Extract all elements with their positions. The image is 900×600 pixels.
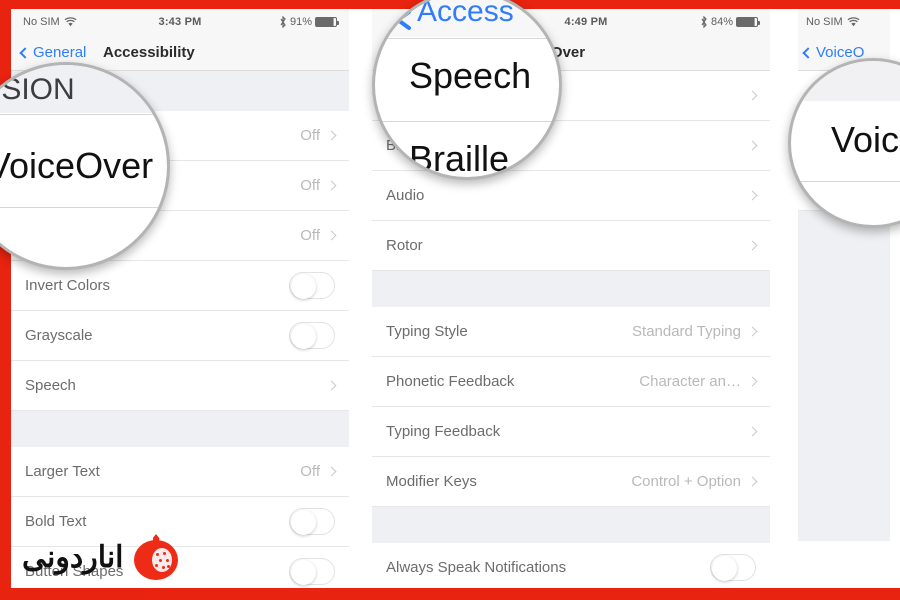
magnified-row-label: Voice (831, 119, 900, 160)
screenshot-root: No SIM 3:43 PM 91% General Accessibility… (0, 0, 900, 600)
chevron-right-icon (326, 466, 337, 477)
status-right: 91% (279, 16, 339, 28)
invert-colors-toggle[interactable] (289, 272, 335, 299)
row-label: Larger Text (25, 463, 100, 480)
chevron-left-icon (19, 46, 31, 59)
row-value: Off (300, 227, 320, 244)
watermark-brand-label: اناردونی (22, 540, 124, 574)
row-value: Off (300, 127, 320, 144)
chevron-right-icon (747, 240, 758, 251)
chevron-right-icon (747, 140, 758, 151)
list-item[interactable]: Always Speak Notifications (372, 543, 770, 588)
wifi-icon (847, 17, 860, 27)
chevron-right-icon (326, 230, 337, 241)
magnified-row-label: VoiceOver (0, 145, 154, 186)
chevron-right-icon (326, 180, 337, 191)
bluetooth-icon (701, 16, 707, 28)
chevron-right-icon (326, 380, 337, 391)
magnifier-bubble-voice: Voice (788, 58, 900, 228)
status-bar: No SIM 3:43 PM 91% (11, 9, 349, 35)
battery-percent-label: 84% (710, 16, 733, 28)
chevron-right-icon (747, 190, 758, 201)
row-label: Always Speak Notifications (386, 559, 567, 576)
magnified-row-label-secondary: Braille (409, 138, 510, 179)
battery-percent-label: 91% (289, 16, 312, 28)
chevron-right-icon (747, 90, 758, 101)
pomegranate-icon (133, 534, 178, 580)
list-item[interactable]: Speech (11, 361, 349, 411)
row-label: Grayscale (25, 327, 93, 344)
row-label: Rotor (386, 237, 423, 254)
magnified-divider (791, 181, 900, 182)
magnifier-bubble-voiceover: ISION VoiceOver (0, 62, 170, 270)
red-frame-bottom (0, 588, 900, 600)
carrier-label: No SIM (806, 16, 843, 28)
chevron-right-icon (747, 376, 758, 387)
row-value: Character an… (639, 373, 741, 390)
row-value: Off (300, 177, 320, 194)
back-button[interactable]: VoiceO (802, 44, 864, 61)
section-gap (11, 411, 349, 447)
status-left: No SIM (806, 16, 860, 28)
bold-text-toggle[interactable] (289, 508, 335, 535)
battery-icon (736, 17, 760, 27)
magnified-divider (375, 38, 559, 39)
toggle-knob (291, 274, 316, 299)
magnified-section-label: ISION (0, 73, 75, 106)
magnified-divider (0, 114, 167, 115)
magnifier-content: ISION VoiceOver (0, 65, 167, 267)
back-button-label: General (33, 44, 87, 61)
row-label: Invert Colors (25, 277, 111, 294)
list-item[interactable]: Larger Text Off (11, 447, 349, 497)
toggle-knob (291, 510, 316, 535)
magnified-divider (375, 121, 559, 122)
list-item[interactable]: Typing Style Standard Typing (372, 307, 770, 357)
magnified-row-label: Speech (409, 55, 532, 96)
list-item[interactable]: Rotor (372, 221, 770, 271)
row-label: Typing Feedback (386, 423, 501, 440)
status-right: 84% (700, 16, 760, 28)
status-bar: No SIM (798, 9, 890, 35)
list-item[interactable]: Phonetic Feedback Character an… (372, 357, 770, 407)
watermark: اناردونی (22, 534, 178, 580)
row-label: Audio (386, 187, 425, 204)
magnifier-content: Access Speech Braille (375, 0, 559, 177)
chevron-right-icon (326, 130, 337, 141)
section-gap (372, 271, 770, 307)
list-item[interactable]: Modifier Keys Control + Option (372, 457, 770, 507)
chevron-right-icon (747, 426, 758, 437)
magnified-divider (0, 207, 167, 208)
always-speak-notifications-toggle[interactable] (710, 554, 756, 581)
magnified-navbar-band (791, 61, 900, 101)
row-value: Off (300, 463, 320, 480)
list-item[interactable]: Audio (372, 171, 770, 221)
chevron-left-icon (396, 10, 411, 30)
bluetooth-icon (280, 16, 286, 28)
button-shapes-toggle[interactable] (289, 558, 335, 585)
chevron-right-icon (747, 326, 758, 337)
chevron-left-icon (802, 46, 814, 59)
row-label: Bold Text (25, 513, 87, 530)
toggle-knob (712, 556, 737, 581)
back-button[interactable]: General (19, 44, 87, 61)
list-item[interactable]: Typing Feedback (372, 407, 770, 457)
grayscale-toggle[interactable] (289, 322, 335, 349)
row-label: Typing Style (386, 323, 468, 340)
row-value: Standard Typing (632, 323, 741, 340)
row-label: Speech (25, 377, 76, 394)
toggle-knob (291, 324, 316, 349)
row-label: Phonetic Feedback (386, 373, 515, 390)
magnifier-bubble-speech: Access Speech Braille (372, 0, 562, 180)
row-value: Control + Option (631, 473, 741, 490)
chevron-right-icon (747, 476, 758, 487)
row-label: Modifier Keys (386, 473, 477, 490)
section-gap (372, 507, 770, 543)
battery-icon (315, 17, 339, 27)
magnifier-content: Voice (791, 61, 900, 225)
list-item[interactable]: Grayscale (11, 311, 349, 361)
magnified-back-label: Access (417, 0, 514, 28)
empty-section-fill (798, 211, 890, 541)
toggle-knob (291, 560, 316, 585)
